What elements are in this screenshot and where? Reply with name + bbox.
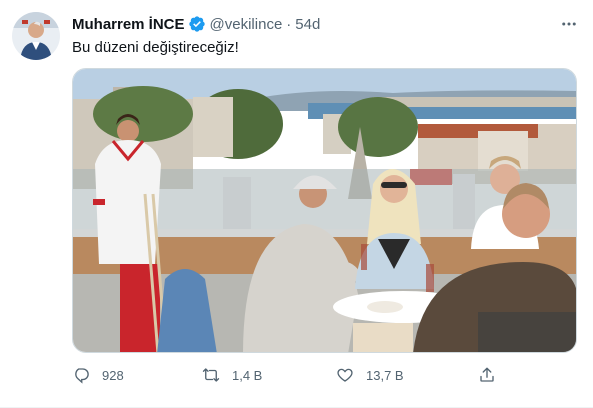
tweet[interactable]: Muharrem İNCE @vekilince · 54d Bu düzeni…	[0, 0, 593, 408]
reply-count: 928	[102, 367, 124, 383]
reply-icon	[75, 368, 89, 384]
retweet-button[interactable]: 1,4 B	[202, 366, 262, 384]
share-button[interactable]	[478, 366, 496, 384]
heart-icon	[337, 368, 353, 382]
tweet-media-photo[interactable]	[72, 68, 577, 353]
tweet-photo	[73, 69, 576, 352]
reply-button[interactable]: 928	[72, 366, 124, 384]
tweet-text: Bu düzeni değiştireceğiz!	[72, 39, 239, 56]
verified-badge-icon	[188, 15, 206, 33]
tweet-timestamp[interactable]: 54d	[295, 16, 320, 33]
author-handle[interactable]: @vekilince	[210, 16, 283, 33]
like-count: 13,7 B	[366, 367, 404, 383]
retweet-count: 1,4 B	[232, 367, 263, 383]
like-button[interactable]: 13,7 B	[336, 366, 404, 384]
more-horizontal-icon[interactable]	[557, 12, 581, 36]
tweet-actions: 928 1,4 B 13,7 B	[72, 366, 502, 386]
share-icon	[480, 367, 494, 382]
header-separator: ·	[286, 15, 292, 33]
author-display-name[interactable]: Muharrem İNCE	[72, 16, 185, 33]
avatar-image	[12, 12, 60, 60]
tweet-header: Muharrem İNCE @vekilince · 54d	[72, 14, 581, 34]
retweet-icon	[202, 368, 220, 382]
avatar[interactable]	[12, 12, 60, 60]
